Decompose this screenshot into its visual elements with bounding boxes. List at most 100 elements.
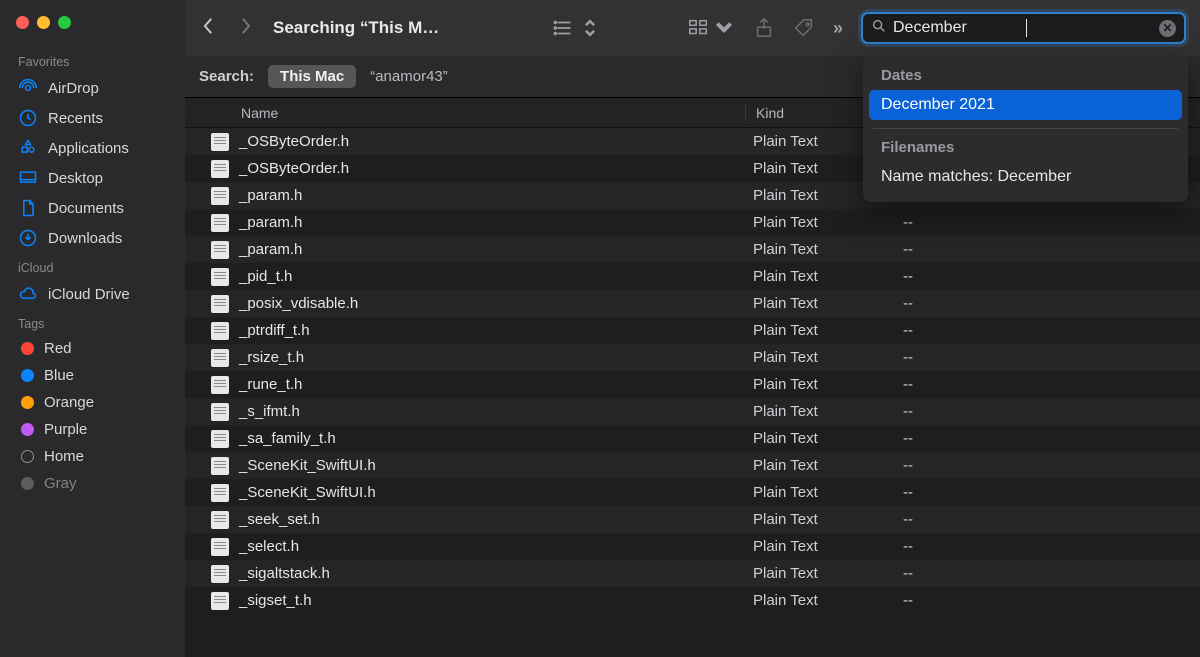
table-row[interactable]: _param.hPlain Text-- xyxy=(185,209,1200,236)
sidebar-item-label: Blue xyxy=(44,367,74,384)
scope-current-folder[interactable]: “anamor43” xyxy=(370,68,448,85)
sidebar-item-label: Gray xyxy=(44,475,77,492)
table-row[interactable]: _pid_t.hPlain Text-- xyxy=(185,263,1200,290)
airdrop-icon xyxy=(18,78,38,98)
column-name[interactable]: Name xyxy=(185,105,745,121)
table-row[interactable]: _rsize_t.hPlain Text-- xyxy=(185,344,1200,371)
sidebar-item-recents[interactable]: Recents xyxy=(0,103,185,133)
sidebar-item-label: Recents xyxy=(48,110,103,127)
file-kind: Plain Text xyxy=(745,538,893,555)
file-name: _param.h xyxy=(239,214,745,231)
file-kind: Plain Text xyxy=(745,457,893,474)
file-icon xyxy=(211,160,229,178)
file-date: -- xyxy=(893,592,1200,609)
suggestion-filename-item[interactable]: Name matches: December xyxy=(869,162,1182,192)
sidebar-item-airdrop[interactable]: AirDrop xyxy=(0,73,185,103)
search-input-text[interactable]: December xyxy=(893,19,1026,37)
file-name: _seek_set.h xyxy=(239,511,745,528)
table-row[interactable]: _SceneKit_SwiftUI.hPlain Text-- xyxy=(185,452,1200,479)
file-name: _SceneKit_SwiftUI.h xyxy=(239,457,745,474)
toolbar-overflow-button[interactable]: » xyxy=(833,18,843,39)
file-icon xyxy=(211,457,229,475)
file-icon xyxy=(211,349,229,367)
sidebar-item-label: Downloads xyxy=(48,230,122,247)
file-kind: Plain Text xyxy=(745,376,893,393)
sidebar-item-icloud-drive[interactable]: iCloud Drive xyxy=(0,279,185,309)
sidebar: Favorites AirDrop Recents Applications D… xyxy=(0,0,185,657)
file-kind: Plain Text xyxy=(745,268,893,285)
file-icon xyxy=(211,538,229,556)
sidebar-section-favorites: Favorites xyxy=(0,47,185,73)
clear-search-button[interactable]: ✕ xyxy=(1159,20,1176,37)
sidebar-item-label: iCloud Drive xyxy=(48,286,130,303)
share-button[interactable] xyxy=(753,17,775,39)
sidebar-item-label: Red xyxy=(44,340,72,357)
file-date: -- xyxy=(893,376,1200,393)
file-date: -- xyxy=(893,538,1200,555)
table-row[interactable]: _s_ifmt.hPlain Text-- xyxy=(185,398,1200,425)
file-name: _select.h xyxy=(239,538,745,555)
sidebar-item-documents[interactable]: Documents xyxy=(0,193,185,223)
scope-label: Search: xyxy=(199,68,254,85)
table-row[interactable]: _posix_vdisable.hPlain Text-- xyxy=(185,290,1200,317)
file-kind: Plain Text xyxy=(745,349,893,366)
file-icon xyxy=(211,484,229,502)
chevron-updown-icon xyxy=(579,17,601,39)
tag-dot-orange-icon xyxy=(21,396,34,409)
file-icon xyxy=(211,376,229,394)
sidebar-tag-blue[interactable]: Blue xyxy=(0,362,185,389)
table-row[interactable]: _sigaltstack.hPlain Text-- xyxy=(185,560,1200,587)
file-name: _rsize_t.h xyxy=(239,349,745,366)
sidebar-item-applications[interactable]: Applications xyxy=(0,133,185,163)
tag-dot-red-icon xyxy=(21,342,34,355)
file-name: _SceneKit_SwiftUI.h xyxy=(239,484,745,501)
sidebar-tag-orange[interactable]: Orange xyxy=(0,389,185,416)
table-row[interactable]: _ptrdiff_t.hPlain Text-- xyxy=(185,317,1200,344)
search-suggestions-popover: Dates December 2021 Filenames Name match… xyxy=(863,55,1188,202)
table-row[interactable]: _select.hPlain Text-- xyxy=(185,533,1200,560)
file-icon xyxy=(211,430,229,448)
file-kind: Plain Text xyxy=(745,241,893,258)
forward-button[interactable] xyxy=(240,17,251,40)
table-row[interactable]: _param.hPlain Text-- xyxy=(185,236,1200,263)
search-field[interactable]: December ✕ xyxy=(861,12,1186,44)
sidebar-tag-gray[interactable]: Gray xyxy=(0,470,185,497)
scope-this-mac[interactable]: This Mac xyxy=(268,65,356,88)
suggestion-date-item[interactable]: December 2021 xyxy=(869,90,1182,120)
file-date: -- xyxy=(893,484,1200,501)
file-name: _OSByteOrder.h xyxy=(239,133,745,150)
file-date: -- xyxy=(893,349,1200,366)
file-name: _OSByteOrder.h xyxy=(239,160,745,177)
table-row[interactable]: _seek_set.hPlain Text-- xyxy=(185,506,1200,533)
tag-dot-gray-icon xyxy=(21,477,34,490)
suggestions-filenames-header: Filenames xyxy=(869,137,1182,162)
applications-icon xyxy=(18,138,38,158)
window-controls xyxy=(0,12,185,47)
sidebar-item-label: Home xyxy=(44,448,84,465)
zoom-window-button[interactable] xyxy=(58,16,71,29)
document-icon xyxy=(18,198,38,218)
sidebar-section-tags: Tags xyxy=(0,309,185,335)
tag-button[interactable] xyxy=(793,17,815,39)
back-button[interactable] xyxy=(203,17,214,40)
file-name: _param.h xyxy=(239,187,745,204)
sidebar-item-label: Orange xyxy=(44,394,94,411)
sidebar-item-downloads[interactable]: Downloads xyxy=(0,223,185,253)
table-row[interactable]: _sigset_t.hPlain Text-- xyxy=(185,587,1200,614)
table-row[interactable]: _rune_t.hPlain Text-- xyxy=(185,371,1200,398)
file-list[interactable]: _OSByteOrder.h Plain Text _OSByteOrder.h Pl… xyxy=(185,128,1200,657)
view-list-button[interactable] xyxy=(553,17,601,39)
file-kind: Plain Text xyxy=(745,565,893,582)
table-row[interactable]: _SceneKit_SwiftUI.hPlain Text-- xyxy=(185,479,1200,506)
minimize-window-button[interactable] xyxy=(37,16,50,29)
group-by-button[interactable] xyxy=(687,17,735,39)
sidebar-item-desktop[interactable]: Desktop xyxy=(0,163,185,193)
sidebar-tag-home[interactable]: Home xyxy=(0,443,185,470)
table-row[interactable]: _sa_family_t.hPlain Text-- xyxy=(185,425,1200,452)
file-date: -- xyxy=(893,268,1200,285)
sidebar-tag-red[interactable]: Red xyxy=(0,335,185,362)
close-window-button[interactable] xyxy=(16,16,29,29)
file-icon xyxy=(211,403,229,421)
sidebar-tag-purple[interactable]: Purple xyxy=(0,416,185,443)
tag-dot-blue-icon xyxy=(21,369,34,382)
